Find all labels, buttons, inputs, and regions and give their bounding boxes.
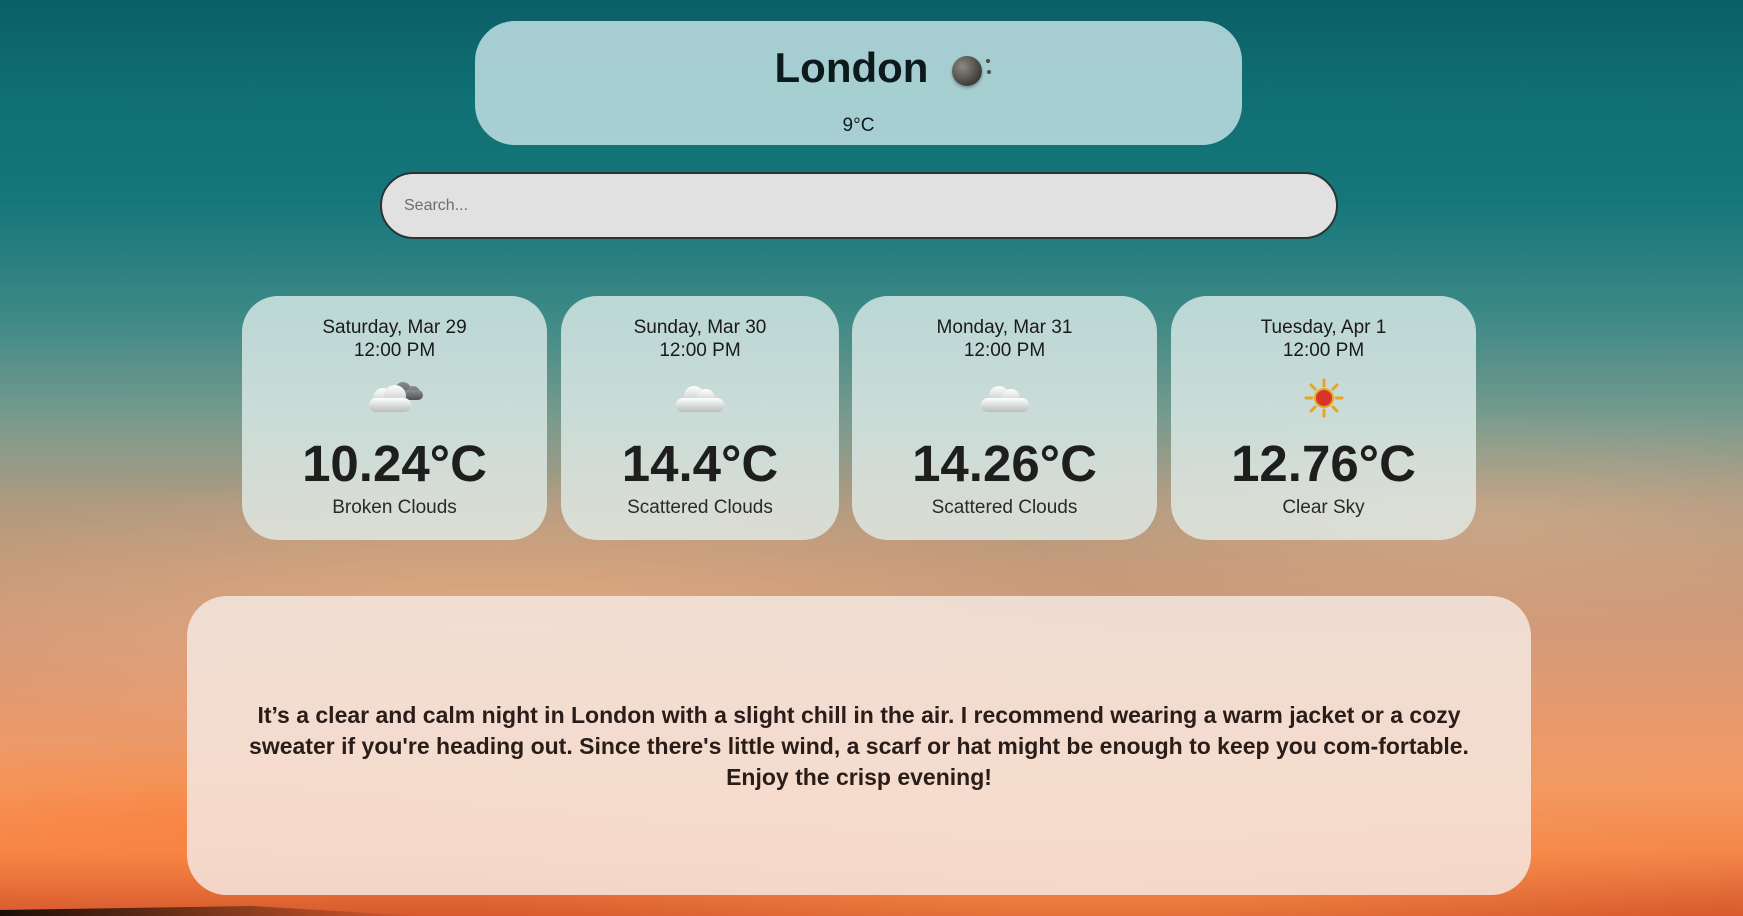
cloud-icon <box>676 386 724 412</box>
forecast-date: Tuesday, Apr 1 <box>1260 317 1387 338</box>
current-weather-card: London 9°C <box>475 21 1242 145</box>
forecast-temperature: 12.76°C <box>1231 435 1416 492</box>
forecast-description: Scattered Clouds <box>627 497 773 518</box>
forecast-time: 12:00 PM <box>1282 340 1365 361</box>
search-input[interactable] <box>380 172 1338 239</box>
forecast-temperature: 14.26°C <box>912 435 1097 492</box>
forecast-card: Sunday, Mar 30 12:00 PM 14.4°C Scattered… <box>561 296 839 540</box>
forecast-date: Monday, Mar 31 <box>936 317 1073 338</box>
forecast-date: Sunday, Mar 30 <box>633 317 767 338</box>
forecast-time: 12:00 PM <box>963 340 1046 361</box>
forecast-description: Scattered Clouds <box>931 497 1078 518</box>
forecast-card: Saturday, Mar 29 12:00 PM 10.24°C Broken… <box>242 296 547 540</box>
broken-clouds-icon <box>368 382 423 412</box>
cloud-icon <box>980 386 1029 412</box>
clothing-advice-card: It’s a clear and calm night in London wi… <box>187 596 1531 895</box>
forecast-description: Clear Sky <box>1282 497 1365 518</box>
forecast-card: Tuesday, Apr 1 12:00 PM 12.76°C Clear Sk… <box>1171 296 1476 540</box>
forecast-time: 12:00 PM <box>659 340 741 361</box>
forecast-temperature: 10.24°C <box>302 435 487 492</box>
city-name: London <box>774 44 929 91</box>
forecast-date: Saturday, Mar 29 <box>322 317 467 338</box>
forecast-card: Monday, Mar 31 12:00 PM 14.26°C Scattere… <box>852 296 1157 540</box>
clothing-advice-text: It’s a clear and calm night in London wi… <box>249 702 1469 790</box>
moon-icon <box>946 48 998 88</box>
current-temperature: 9°C <box>842 115 875 136</box>
horizon-silhouette <box>0 906 420 916</box>
forecast-time: 12:00 PM <box>353 340 436 361</box>
forecast-temperature: 14.4°C <box>621 435 779 492</box>
sun-icon <box>1304 378 1343 418</box>
forecast-description: Broken Clouds <box>332 497 457 518</box>
current-weather-header: London <box>475 47 1242 89</box>
